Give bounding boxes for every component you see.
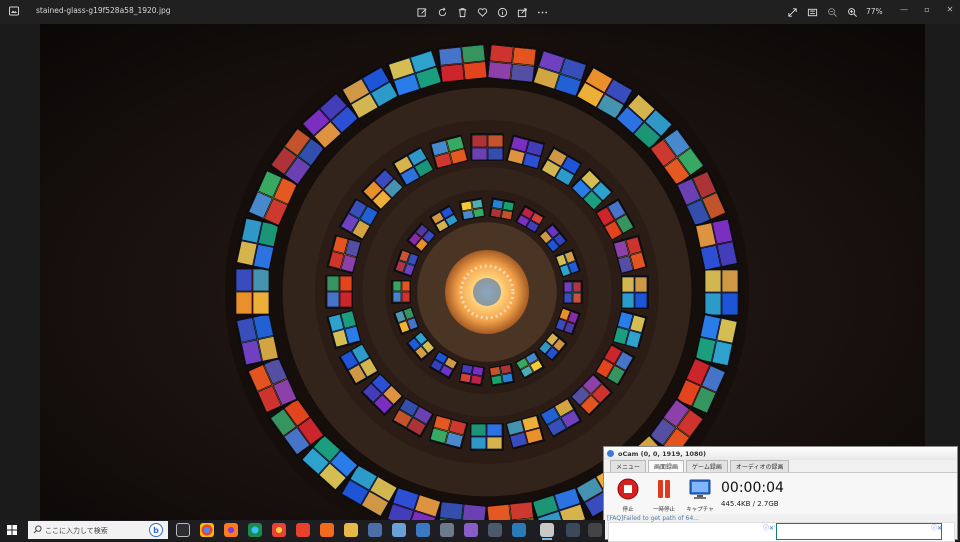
minimize-button[interactable]: — <box>897 3 911 15</box>
ad-banner-left[interactable] <box>609 523 775 540</box>
edge-icon[interactable] <box>248 523 262 537</box>
close-button[interactable]: ✕ <box>943 3 957 15</box>
file-name: stained-glass-g19f528a58_1920.jpg <box>36 6 171 15</box>
ocam-body: 停止 一時停止 キャプチャ 00:00:04 445.4KB / 2.7GB <box>604 472 957 514</box>
stop-icon <box>617 478 639 500</box>
ocam-window[interactable]: oCam (0, 0, 1919, 1080) メニュー 画面録画 ゲーム録画 … <box>603 446 958 542</box>
stop-button[interactable]: 停止 <box>612 478 644 513</box>
viewer-toolbar: stained-glass-g19f528a58_1920.jpg 77% — … <box>0 0 960 24</box>
monitor-icon <box>689 479 711 499</box>
app-icon-1[interactable] <box>368 523 382 537</box>
tab-screen-record[interactable]: 画面録画 <box>648 460 685 472</box>
ocam-tabs: メニュー 画面録画 ゲーム録画 オーディオの録画 <box>604 460 957 472</box>
tab-audio-record[interactable]: オーディオの録画 <box>729 460 790 472</box>
task-view-icon[interactable] <box>176 523 190 537</box>
pause-button[interactable]: 一時停止 <box>648 478 680 513</box>
ad-banner-right[interactable] <box>776 523 942 540</box>
favorite-icon[interactable] <box>475 5 489 19</box>
ad-close-icon[interactable]: ⓘ✕ <box>763 523 774 532</box>
pause-label: 一時停止 <box>652 507 675 513</box>
status-message[interactable]: [FAQ]Failed to get path of 64... <box>607 515 699 522</box>
fullscreen-icon[interactable] <box>785 5 799 19</box>
capture-label: キャプチャ <box>686 507 714 513</box>
taskbar-search[interactable]: ここに入力して検索 b <box>28 521 168 539</box>
ocam-logo-icon <box>607 450 614 457</box>
ad-area: ⓘ✕ ⓘ✕ <box>608 522 955 542</box>
app-icon-6[interactable] <box>512 523 526 537</box>
zoom-level: 77% <box>866 7 883 16</box>
maximize-button[interactable]: ▫ <box>920 3 934 15</box>
capture-button[interactable]: キャプチャ <box>684 478 716 513</box>
tab-game-record[interactable]: ゲーム録画 <box>686 460 728 472</box>
firefox-icon[interactable] <box>224 523 238 537</box>
edit-icon[interactable] <box>415 5 429 19</box>
ocam-taskbar-icon[interactable] <box>588 523 602 537</box>
ocam-title: oCam (0, 0, 1919, 1080) <box>618 449 707 458</box>
chrome-icon[interactable] <box>200 523 214 537</box>
rotate-icon[interactable] <box>435 5 449 19</box>
app-icon-7[interactable] <box>566 523 580 537</box>
photos-app-icon <box>9 6 19 16</box>
stop-label: 停止 <box>622 507 634 513</box>
app-icon-4[interactable] <box>464 523 478 537</box>
brave-icon[interactable] <box>320 523 334 537</box>
zoom-in-icon[interactable] <box>845 5 859 19</box>
slideshow-icon[interactable] <box>805 5 819 19</box>
chrome-canary-icon[interactable] <box>272 523 286 537</box>
more-icon[interactable] <box>535 5 549 19</box>
bing-icon[interactable]: b <box>149 523 163 537</box>
share-icon[interactable] <box>515 5 529 19</box>
app-icon-3[interactable] <box>440 523 454 537</box>
record-timer: 00:00:04 <box>721 480 784 496</box>
tab-menu[interactable]: メニュー <box>610 460 647 472</box>
search-placeholder: ここに入力して検索 <box>45 527 108 535</box>
windows-start-icon[interactable] <box>7 525 17 535</box>
taskbar: ここに入力して検索 b <box>0 520 605 540</box>
ad-close-icon-2[interactable]: ⓘ✕ <box>931 523 942 532</box>
file-explorer-icon[interactable] <box>344 523 358 537</box>
mail-icon[interactable] <box>416 523 430 537</box>
search-icon <box>33 525 42 534</box>
photos-taskbar-icon[interactable] <box>540 523 554 540</box>
delete-icon[interactable] <box>455 5 469 19</box>
ocam-title-bar[interactable]: oCam (0, 0, 1919, 1080) <box>604 447 957 460</box>
vivaldi-icon[interactable] <box>296 523 310 537</box>
zoom-out-icon[interactable] <box>825 5 839 19</box>
info-icon[interactable] <box>495 5 509 19</box>
app-icon-5[interactable] <box>488 523 502 537</box>
app-icon-2[interactable] <box>392 523 406 537</box>
record-size: 445.4KB / 2.7GB <box>721 500 779 508</box>
pause-icon <box>658 480 670 498</box>
